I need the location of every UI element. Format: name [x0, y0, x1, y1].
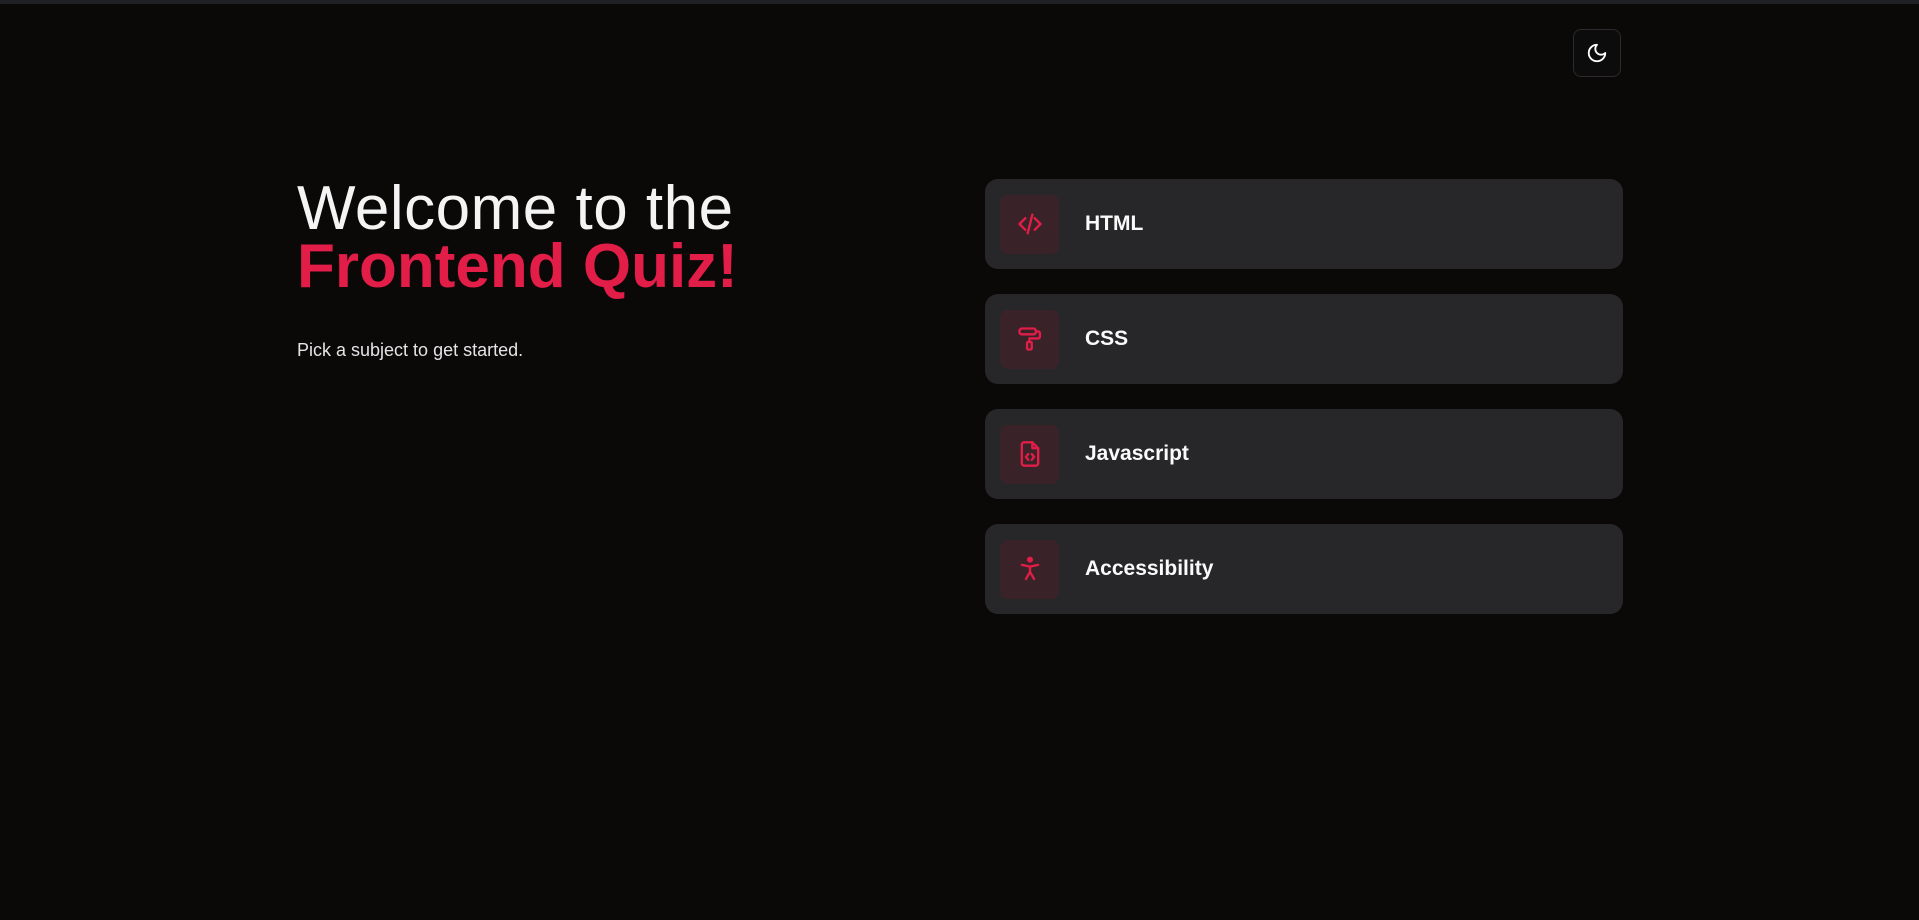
- subject-icon-tile: [1000, 539, 1059, 599]
- accessibility-icon: [1020, 556, 1039, 581]
- subject-icon-tile: [1000, 194, 1059, 254]
- moon-icon: [1587, 43, 1607, 63]
- subject-list: HTML CSS Javascript Accessibility: [985, 179, 1623, 639]
- subject-accessibility-button[interactable]: Accessibility: [985, 524, 1623, 614]
- subject-css-button[interactable]: CSS: [985, 294, 1623, 384]
- file-code-icon: [1020, 441, 1039, 467]
- welcome-heading: Welcome to the Frontend Quiz!: [297, 178, 738, 298]
- subject-label: Javascript: [1085, 442, 1189, 465]
- subject-icon-tile: [1000, 309, 1059, 369]
- top-border: [0, 0, 1919, 4]
- subject-label: HTML: [1085, 212, 1144, 235]
- subject-icon-tile: [1000, 424, 1059, 484]
- paint-roller-icon: [1017, 327, 1041, 351]
- theme-toggle-button[interactable]: [1573, 29, 1621, 77]
- subject-label: CSS: [1085, 327, 1129, 350]
- subject-html-button[interactable]: HTML: [985, 179, 1623, 269]
- welcome-title-line1: Welcome to the: [297, 174, 734, 243]
- code-icon: [1017, 213, 1042, 235]
- subject-javascript-button[interactable]: Javascript: [985, 409, 1623, 499]
- welcome-title-line2: Frontend Quiz!: [297, 232, 738, 301]
- subject-label: Accessibility: [1085, 557, 1214, 580]
- welcome-subtitle: Pick a subject to get started.: [297, 340, 524, 360]
